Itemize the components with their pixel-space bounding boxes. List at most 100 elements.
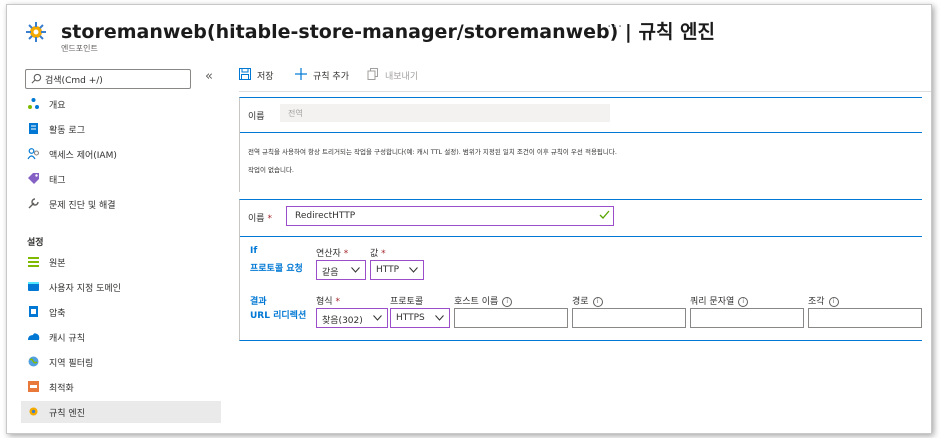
- info-icon[interactable]: i: [738, 296, 749, 307]
- if-label: If: [250, 246, 258, 256]
- app-window: storemanweb(hitable-store-manager/storem…: [6, 4, 932, 434]
- page-subtitle: 엔드포인트: [61, 44, 98, 53]
- sidebar-item-label: 액세스 제어(IAM): [49, 151, 117, 161]
- domain-icon: [28, 282, 39, 291]
- iam-icon: [27, 148, 40, 160]
- sidebar-item-optimization[interactable]: 최적화: [21, 376, 221, 398]
- cdn-endpoint-icon: [26, 22, 46, 42]
- sidebar-item-label: 태그: [49, 176, 66, 186]
- main-content: 저장 규칙 추가 내보내기 이름 전역 전역 규칙을 사용하여 항상 트리거되는…: [229, 63, 931, 433]
- blade-header: storemanweb(hitable-store-manager/storem…: [7, 5, 931, 59]
- sidebar-item-label: 지역 필터링: [49, 359, 94, 369]
- sidebar-item-cache-rules[interactable]: 캐시 규칙: [21, 326, 221, 348]
- search-input[interactable]: 검색(Cmd +/): [25, 69, 191, 89]
- sidebar-item-overview[interactable]: 개요: [21, 93, 221, 115]
- sidebar-item-label: 캐시 규칙: [49, 334, 85, 344]
- redirect-protocol-dropdown[interactable]: HTTPS: [390, 308, 450, 328]
- sidebar-item-geo-filtering[interactable]: 지역 필터링: [21, 351, 221, 373]
- sidebar-item-tags[interactable]: 태그: [21, 168, 221, 190]
- name-label: 이름: [248, 112, 265, 122]
- wrench-icon: [28, 198, 39, 209]
- fragment-input[interactable]: [808, 308, 922, 328]
- optimize-icon: [28, 381, 39, 392]
- rule-card: 이름 * RedirectHTTP If 프로토콜 요청 연산자 * 값 * 같…: [239, 199, 922, 341]
- operator-label: 연산자 *: [316, 249, 349, 259]
- sidebar-item-label: 개요: [49, 101, 66, 111]
- copy-icon: [367, 68, 378, 80]
- save-label: 저장: [257, 72, 274, 82]
- global-rule-name-row: 이름 전역: [240, 98, 922, 133]
- plus-icon: [295, 68, 307, 80]
- sidebar-item-label: 문제 진단 및 해결: [49, 201, 116, 211]
- sidebar-item-custom-domain[interactable]: 사용자 지정 도메인: [21, 276, 221, 298]
- chevron-down-icon: [435, 315, 444, 321]
- search-placeholder: 검색(Cmd +/): [45, 76, 103, 86]
- redirect-protocol-value: HTTPS: [396, 313, 425, 323]
- chevron-down-icon: [351, 267, 360, 273]
- origin-icon: [28, 257, 39, 267]
- sidebar-item-compression[interactable]: 압축: [21, 301, 221, 323]
- sidebar-item-rules-engine[interactable]: 규칙 엔진: [21, 401, 221, 423]
- action-url-redirect[interactable]: URL 리디렉션: [250, 308, 306, 321]
- hostname-input[interactable]: [454, 308, 568, 328]
- protocol-label: 프로토콜: [390, 297, 424, 307]
- value-dropdown[interactable]: HTTP: [370, 260, 424, 280]
- query-string-label: 쿼리 문자열 i: [690, 294, 749, 307]
- settings-section-label: 설정: [27, 238, 44, 248]
- sidebar-item-label: 규칙 엔진: [49, 409, 85, 419]
- tag-icon: [28, 173, 39, 184]
- operator-value: 같음: [322, 268, 339, 278]
- info-icon[interactable]: i: [592, 296, 603, 307]
- checkmark-icon: [599, 210, 610, 219]
- save-icon: [239, 68, 251, 80]
- operator-dropdown[interactable]: 같음: [316, 260, 366, 280]
- sidebar-item-origin[interactable]: 원본: [21, 251, 221, 273]
- info-icon[interactable]: i: [502, 296, 513, 307]
- global-rule-description: 전역 규칙을 사용하여 항상 트리거되는 작업을 구성합니다(예: 캐시 TTL…: [248, 148, 617, 156]
- query-string-input[interactable]: [690, 308, 804, 328]
- sidebar-item-label: 활동 로그: [49, 126, 85, 136]
- more-options-button[interactable]: ···: [607, 19, 623, 35]
- overview-icon: [28, 98, 39, 109]
- activity-log-icon: [29, 123, 38, 134]
- global-name-value: 전역: [288, 109, 303, 118]
- export-label: 내보내기: [385, 72, 419, 82]
- sidebar-item-label: 최적화: [49, 384, 74, 394]
- toolbar: 저장 규칙 추가 내보내기: [229, 63, 931, 87]
- sidebar-item-label: 사용자 지정 도메인: [49, 284, 121, 294]
- rule-name-row: 이름 * RedirectHTTP: [240, 200, 922, 237]
- collapse-sidebar-button[interactable]: «: [205, 69, 213, 84]
- value-label: 값 *: [370, 249, 386, 259]
- geo-filter-icon: [28, 356, 39, 367]
- toolbar-divider: [239, 91, 931, 92]
- redirect-type-dropdown[interactable]: 찾음(302): [316, 308, 388, 328]
- cache-icon: [28, 333, 40, 340]
- global-name-field: 전역: [280, 104, 610, 122]
- sidebar-item-iam[interactable]: 액세스 제어(IAM): [21, 143, 221, 165]
- sidebar: 검색(Cmd +/) « 개요 활동 로그 액세스 제어(IAM) 태그 문제 …: [21, 63, 221, 433]
- sidebar-item-diagnose[interactable]: 문제 진단 및 해결: [21, 193, 221, 215]
- path-input[interactable]: [572, 308, 686, 328]
- redirect-type-value: 찾음(302): [322, 316, 363, 326]
- chevron-down-icon: [409, 267, 418, 273]
- fragment-label: 조각 i: [808, 294, 839, 307]
- search-icon: [31, 73, 42, 84]
- type-label: 형식 *: [316, 297, 340, 307]
- global-rule-card: 이름 전역 전역 규칙을 사용하여 항상 트리거되는 작업을 구성합니다(예: …: [239, 97, 922, 192]
- chevron-down-icon: [373, 315, 382, 321]
- path-label: 경로 i: [572, 294, 603, 307]
- info-icon[interactable]: i: [828, 296, 839, 307]
- sidebar-item-label: 원본: [49, 259, 66, 269]
- rule-name-input[interactable]: RedirectHTTP: [286, 206, 614, 226]
- result-label: 결과: [250, 297, 267, 307]
- sidebar-item-label: 압축: [49, 309, 66, 319]
- sidebar-item-activity-log[interactable]: 활동 로그: [21, 118, 221, 140]
- rule-name-label: 이름 *: [248, 214, 272, 224]
- add-rule-label: 규칙 추가: [313, 72, 349, 82]
- rule-name-value: RedirectHTTP: [295, 211, 356, 221]
- no-actions-text: 작업이 없습니다.: [248, 166, 294, 174]
- rules-engine-icon: [29, 407, 38, 416]
- condition-request-protocol[interactable]: 프로토콜 요청: [250, 261, 303, 274]
- hostname-label: 호스트 이름 i: [454, 294, 513, 307]
- value-value: HTTP: [376, 265, 400, 275]
